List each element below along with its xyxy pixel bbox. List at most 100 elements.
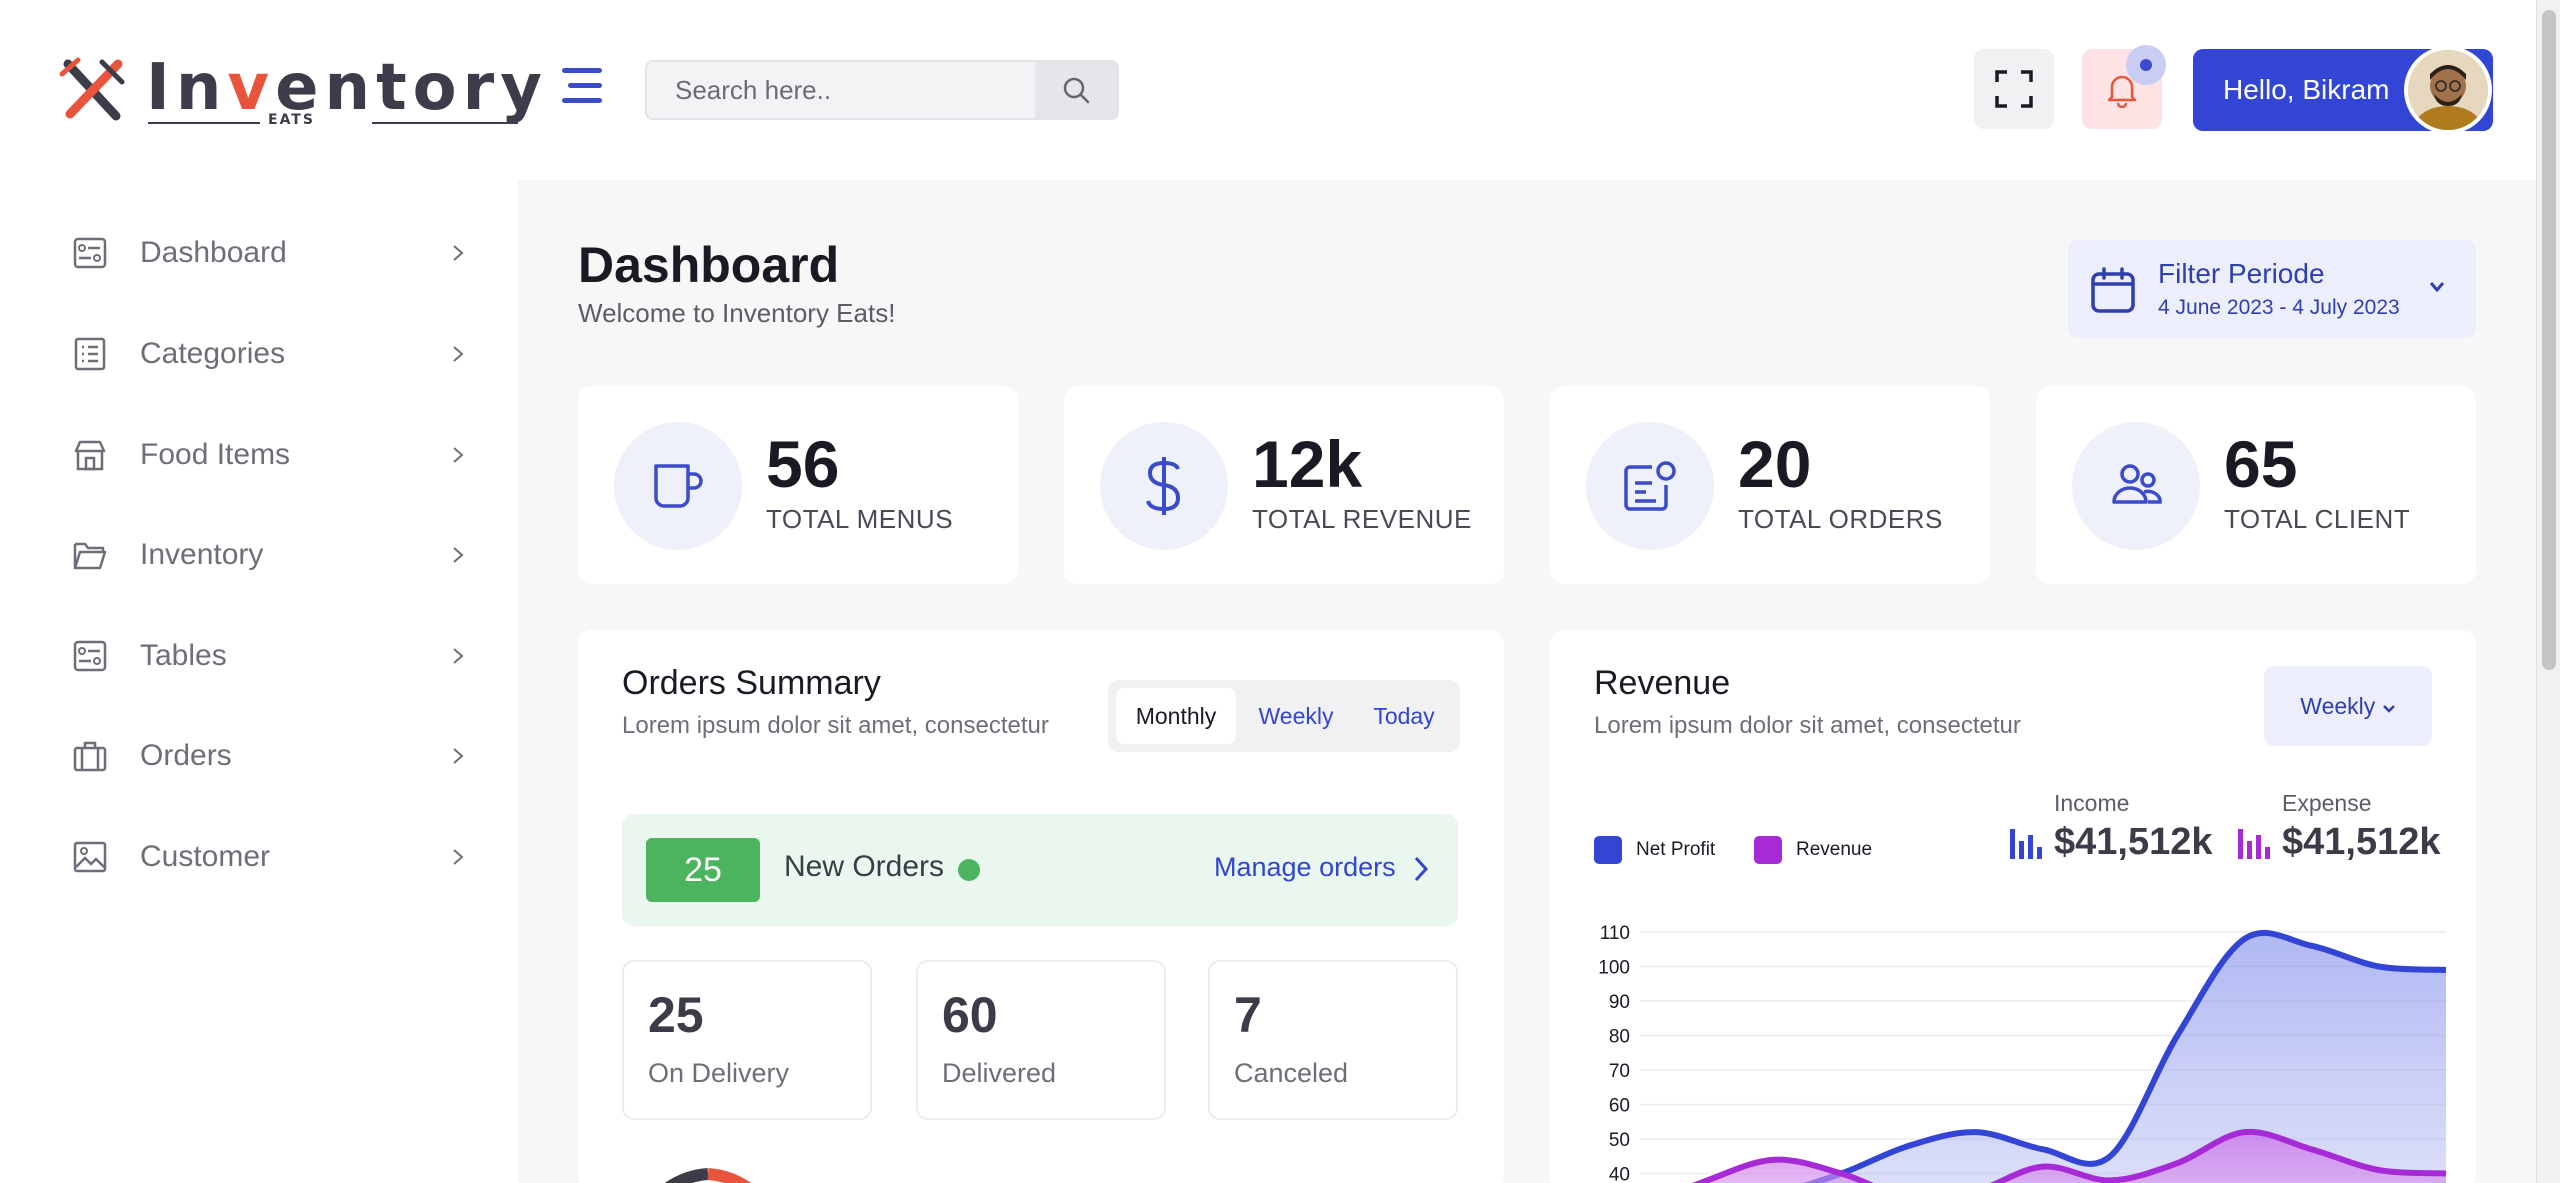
calendar-icon [2091, 267, 2135, 313]
canceled-card: 7 Canceled [1208, 960, 1458, 1120]
mini-value: 7 [1234, 987, 1262, 1043]
chevron-right-icon [453, 346, 464, 362]
legend-label: Net Profit [1636, 839, 1716, 860]
y-tick-label: 110 [1600, 923, 1630, 944]
new-orders-banner: 25 New Orders Manage orders [622, 814, 1458, 926]
stat-value: 56 [766, 427, 840, 501]
chevron-right-icon [453, 245, 464, 261]
search-box [645, 60, 1119, 120]
y-tick-label: 40 [1609, 1165, 1630, 1183]
search-button[interactable] [1035, 62, 1117, 118]
tab-weekly[interactable]: Weekly [1242, 688, 1350, 744]
stat-card-orders[interactable]: 20 TOTAL ORDERS [1550, 386, 1990, 584]
table-icon [68, 634, 112, 678]
delivered-card: 60 Delivered [916, 960, 1166, 1120]
avatar[interactable] [2404, 46, 2492, 134]
y-tick-label: 50 [1609, 1130, 1630, 1151]
sidebar: Dashboard Categories Food Items Inventor… [0, 180, 518, 1183]
sidebar-item-customer[interactable]: Customer [68, 822, 468, 892]
brand-subtitle: EATS [268, 112, 315, 128]
card-subtitle: Lorem ipsum dolor sit amet, consectetur [622, 712, 1049, 739]
on-delivery-card: 25 On Delivery [622, 960, 872, 1120]
sidebar-item-label: Tables [140, 639, 227, 672]
store-icon [68, 433, 112, 477]
search-input[interactable] [647, 62, 1037, 118]
mini-label: On Delivery [648, 1058, 790, 1088]
tab-today[interactable]: Today [1354, 688, 1454, 744]
fullscreen-icon [1995, 70, 2033, 108]
period-tabs: Monthly Weekly Today [1108, 680, 1460, 752]
briefcase-icon [68, 734, 112, 778]
card-subtitle: Lorem ipsum dolor sit amet, consectetur [1594, 712, 2021, 739]
sidebar-item-dashboard[interactable]: Dashboard [68, 218, 468, 288]
stat-label: TOTAL ORDERS [1738, 504, 1943, 534]
brand-logo[interactable]: Inventory EATS [58, 48, 542, 138]
chevron-right-icon [453, 447, 464, 463]
y-tick-label: 80 [1609, 1027, 1630, 1048]
y-tick-label: 100 [1598, 958, 1630, 979]
brand-wordmark: Inventory [146, 51, 548, 125]
menu-toggle-button[interactable] [562, 66, 604, 106]
image-icon [68, 835, 112, 879]
chevron-right-icon [453, 849, 464, 865]
legend-net-profit[interactable]: Net Profit [1594, 836, 1715, 864]
sidebar-item-label: Inventory [140, 538, 264, 571]
expense-kpi: Expense $41,512k [2236, 790, 2441, 864]
sidebar-item-tables[interactable]: Tables [68, 621, 468, 691]
period-dropdown[interactable]: Weekly [2264, 666, 2432, 746]
legend-label: Revenue [1796, 839, 1873, 860]
y-tick-label: 90 [1609, 992, 1630, 1013]
users-icon [2072, 422, 2200, 550]
bar-chart-icon [2010, 828, 2042, 859]
sidebar-item-categories[interactable]: Categories [68, 319, 468, 389]
stat-card-revenue[interactable]: 12k TOTAL REVENUE [1064, 386, 1504, 584]
search-icon [1063, 77, 1090, 104]
card-title: Revenue [1594, 664, 1731, 702]
legend-revenue[interactable]: Revenue [1754, 836, 1872, 864]
main-content: Dashboard Welcome to Inventory Eats! Fil… [518, 180, 2536, 1183]
series-area-net-profit [1813, 933, 2446, 1183]
kpi-value: $41,512k [2282, 821, 2441, 863]
y-tick-label: 70 [1609, 1061, 1630, 1082]
tab-monthly[interactable]: Monthly [1116, 688, 1236, 744]
sidebar-item-label: Customer [140, 840, 271, 873]
manage-orders-link[interactable]: Manage orders [1214, 852, 1396, 883]
stat-value: 20 [1738, 427, 1812, 501]
stat-label: TOTAL CLIENT [2224, 504, 2411, 534]
fullscreen-button[interactable] [1974, 49, 2054, 129]
page-scrollbar[interactable] [2536, 0, 2560, 1183]
filter-period-dropdown[interactable]: Filter Periode 4 June 2023 - 4 July 2023 [2068, 240, 2476, 338]
sidebar-item-inventory[interactable]: Inventory [68, 520, 468, 590]
sidebar-item-label: Food Items [140, 438, 291, 471]
filter-label: Filter Periode [2158, 258, 2325, 289]
mini-label: Delivered [942, 1058, 1057, 1088]
stat-card-menus[interactable]: 56 TOTAL MENUS [578, 386, 1018, 584]
chevron-right-icon [453, 748, 464, 764]
sidebar-item-food-items[interactable]: Food Items [68, 420, 468, 490]
chevron-right-icon [453, 547, 464, 563]
income-kpi: Income $41,512k [2008, 790, 2213, 864]
card-title: Orders Summary [622, 664, 881, 702]
chevron-right-icon[interactable] [1412, 854, 1430, 884]
new-orders-count: 25 [646, 838, 760, 902]
dashboard-icon [68, 231, 112, 275]
fork-knife-icon [59, 57, 125, 121]
period-label: Weekly [2300, 693, 2376, 719]
filter-range: 4 June 2023 - 4 July 2023 [2158, 296, 2400, 319]
revenue-card: Revenue Lorem ipsum dolor sit amet, cons… [1550, 630, 2476, 1183]
status-dot [958, 859, 980, 881]
legend-swatch [1754, 836, 1782, 864]
kpi-label: Expense [2282, 790, 2372, 816]
sidebar-item-orders[interactable]: Orders [68, 721, 468, 791]
mini-value: 25 [648, 987, 704, 1043]
sidebar-item-label: Orders [140, 739, 232, 772]
stat-label: TOTAL MENUS [766, 504, 954, 534]
revenue-chart: 40 50 60 70 80 90 100 110 [1598, 923, 2447, 1183]
notifications-button[interactable] [2082, 45, 2166, 129]
orders-summary-card: Orders Summary Lorem ipsum dolor sit ame… [578, 630, 1504, 1183]
chevron-down-icon [2429, 282, 2445, 293]
orders-icon [1586, 422, 1714, 550]
stat-value: 12k [1252, 427, 1363, 501]
scrollbar-thumb[interactable] [2542, 10, 2556, 670]
stat-card-clients[interactable]: 65 TOTAL CLIENT [2036, 386, 2476, 584]
